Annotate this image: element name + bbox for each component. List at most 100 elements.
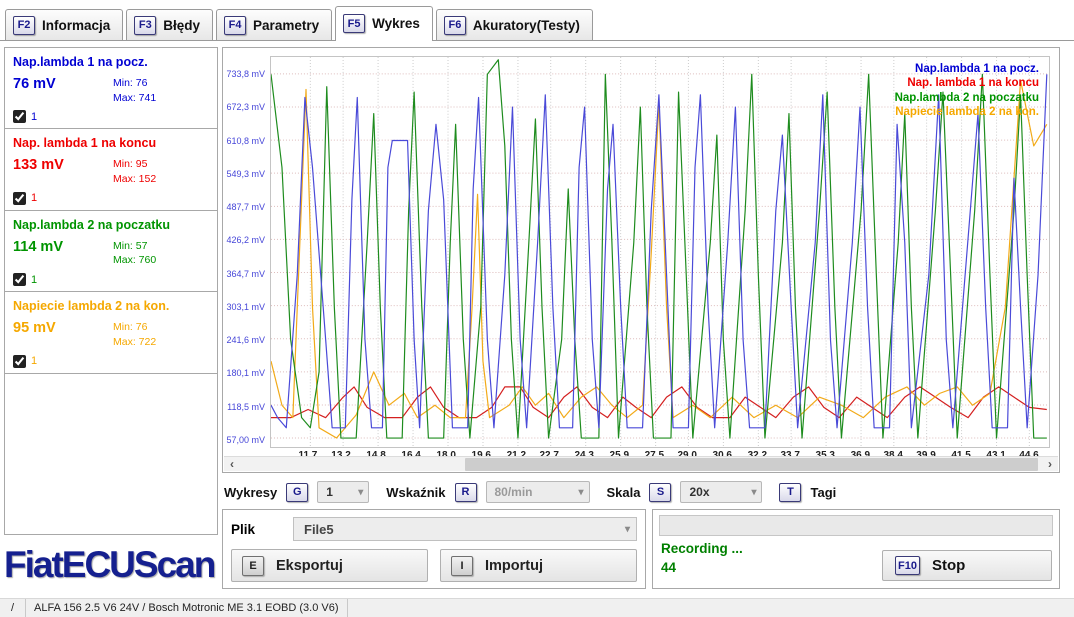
tab-wykres[interactable]: F5 Wykres — [335, 6, 433, 41]
legend-entry: Nap. lambda 1 na koncu — [895, 76, 1039, 90]
legend-entry: Nap.lambda 2 na poczatku — [895, 91, 1039, 105]
file-panel: Plik File5 ▾ E Eksportuj I Importuj — [222, 509, 646, 589]
chart-horizontal-scrollbar[interactable]: ‹ › — [224, 456, 1058, 471]
f5-key-icon: F5 — [343, 14, 365, 33]
series-line-1 — [271, 80, 1047, 438]
tab-parametry[interactable]: F4 Parametry — [216, 9, 332, 40]
y-tick-label: 549,3 mV — [226, 169, 265, 179]
sensor-checkbox-label: 1 — [31, 274, 37, 286]
tab-akuratory[interactable]: F6 Akuratory(Testy) — [436, 9, 593, 40]
series-line-3 — [271, 74, 1047, 427]
wskaznik-select[interactable]: 80/min ▾ — [486, 481, 590, 503]
wykresy-label: Wykresy — [224, 485, 277, 500]
y-tick-label: 364,7 mV — [226, 269, 265, 279]
sensor-max: Max: 741 — [113, 91, 156, 106]
scrollbar-track[interactable] — [240, 457, 1042, 472]
sensor-item-3: Napiecie lambda 2 na kon.95 mVMin: 76Max… — [5, 292, 217, 373]
plik-label: Plik — [231, 522, 293, 537]
y-tick-label: 303,1 mV — [226, 302, 265, 312]
sensor-visible-checkbox[interactable] — [13, 273, 26, 286]
import-button[interactable]: I Importuj — [440, 549, 637, 582]
chart-legend: Nap.lambda 1 na pocz.Nap. lambda 1 na ko… — [895, 62, 1039, 120]
sensor-item-2: Nap.lambda 2 na poczatku114 mVMin: 57Max… — [5, 211, 217, 292]
sensor-checkbox-label: 1 — [31, 355, 37, 367]
legend-entry: Nap.lambda 1 na pocz. — [895, 62, 1039, 76]
f4-key-icon: F4 — [224, 16, 246, 35]
sensor-item-0: Nap.lambda 1 na pocz.76 mVMin: 76Max: 74… — [5, 48, 217, 129]
y-axis-labels: 733,8 mV672,3 mV610,8 mV549,3 mV487,7 mV… — [223, 56, 267, 448]
wskaznik-select-value: 80/min — [495, 485, 533, 499]
r-key-button[interactable]: R — [455, 483, 477, 502]
sensor-value: 133 mV — [13, 157, 113, 173]
chevron-down-icon: ▾ — [358, 487, 363, 498]
recording-status-text: Recording ... — [661, 541, 743, 556]
f6-key-icon: F6 — [444, 16, 466, 35]
chart-panel: 733,8 mV672,3 mV610,8 mV549,3 mV487,7 mV… — [222, 47, 1060, 473]
tab-label: Informacja — [42, 18, 110, 33]
scrollbar-thumb[interactable] — [465, 458, 1038, 471]
tab-label: Błędy — [163, 18, 200, 33]
sensor-max: Max: 722 — [113, 335, 156, 350]
chevron-down-icon: ▾ — [625, 524, 630, 535]
tag-input-bar[interactable] — [659, 515, 1053, 536]
chart-plot-area: Nap.lambda 1 na pocz.Nap. lambda 1 na ko… — [270, 56, 1050, 448]
import-button-label: Importuj — [485, 558, 543, 574]
sensor-min: Min: 76 — [113, 76, 156, 91]
stop-button-label: Stop — [932, 557, 965, 574]
s-key-button[interactable]: S — [649, 483, 671, 502]
tab-label: Wykres — [372, 16, 420, 31]
recording-panel: Recording ... 44 F10 Stop — [652, 509, 1060, 589]
wykresy-select[interactable]: 1 ▾ — [317, 481, 369, 503]
y-tick-label: 610,8 mV — [226, 136, 265, 146]
y-tick-label: 733,8 mV — [226, 69, 265, 79]
sensor-min: Min: 57 — [113, 239, 156, 254]
y-tick-label: 241,6 mV — [226, 335, 265, 345]
f2-key-icon: F2 — [13, 16, 35, 35]
recording-sample-count: 44 — [661, 560, 676, 575]
g-key-button[interactable]: G — [286, 483, 308, 502]
sensor-title: Napiecie lambda 2 na kon. — [13, 299, 209, 313]
chart-controls-row: Wykresy G 1 ▾ Wskaźnik R 80/min ▾ Skala … — [224, 479, 1060, 505]
status-bar-slash: / — [0, 599, 26, 617]
sensor-visible-checkbox[interactable] — [13, 192, 26, 205]
sensor-visible-checkbox[interactable] — [13, 355, 26, 368]
sensor-visible-checkbox[interactable] — [13, 110, 26, 123]
status-bar: / ALFA 156 2.5 V6 24V / Bosch Motronic M… — [0, 598, 1074, 617]
stop-button[interactable]: F10 Stop — [882, 550, 1052, 581]
y-tick-label: 487,7 mV — [226, 202, 265, 212]
chevron-down-icon: ▾ — [578, 487, 583, 498]
y-tick-label: 180,1 mV — [226, 368, 265, 378]
tab-informacja[interactable]: F2 Informacja — [5, 9, 123, 40]
legend-entry: Napiecie lambda 2 na kon. — [895, 105, 1039, 119]
sensor-value: 95 mV — [13, 320, 113, 336]
tagi-label: Tagi — [810, 485, 836, 500]
chevron-down-icon: ▾ — [751, 487, 756, 498]
sensor-checkbox-label: 1 — [31, 111, 37, 123]
file-select-value: File5 — [304, 522, 334, 537]
t-key-button[interactable]: T — [779, 483, 801, 502]
sensor-title: Nap. lambda 1 na koncu — [13, 136, 209, 150]
y-tick-label: 426,2 mV — [226, 235, 265, 245]
y-tick-label: 57,00 mV — [226, 435, 265, 445]
tab-bar: F2 Informacja F3 Błędy F4 Parametry F5 W… — [0, 6, 1074, 41]
vehicle-info-text: ALFA 156 2.5 V6 24V / Bosch Motronic ME … — [26, 599, 348, 617]
tab-label: Akuratory(Testy) — [473, 18, 580, 33]
sensor-item-1: Nap. lambda 1 na koncu133 mVMin: 95Max: … — [5, 129, 217, 210]
i-key-icon: I — [451, 556, 473, 576]
sensor-max: Max: 760 — [113, 253, 156, 268]
y-tick-label: 118,5 mV — [227, 402, 265, 412]
scroll-right-arrow-icon[interactable]: › — [1042, 457, 1058, 472]
skala-label: Skala — [607, 485, 641, 500]
e-key-icon: E — [242, 556, 264, 576]
skala-select[interactable]: 20x ▾ — [680, 481, 762, 503]
f10-key-icon: F10 — [895, 556, 920, 575]
sensor-checkbox-label: 1 — [31, 192, 37, 204]
tab-bledy[interactable]: F3 Błędy — [126, 9, 213, 40]
export-button[interactable]: E Eksportuj — [231, 549, 428, 582]
wykresy-select-value: 1 — [326, 485, 333, 499]
skala-select-value: 20x — [689, 485, 709, 499]
file-select[interactable]: File5 ▾ — [293, 517, 637, 541]
tab-label: Parametry — [253, 18, 319, 33]
scroll-left-arrow-icon[interactable]: ‹ — [224, 457, 240, 472]
sensor-value: 114 mV — [13, 239, 113, 255]
